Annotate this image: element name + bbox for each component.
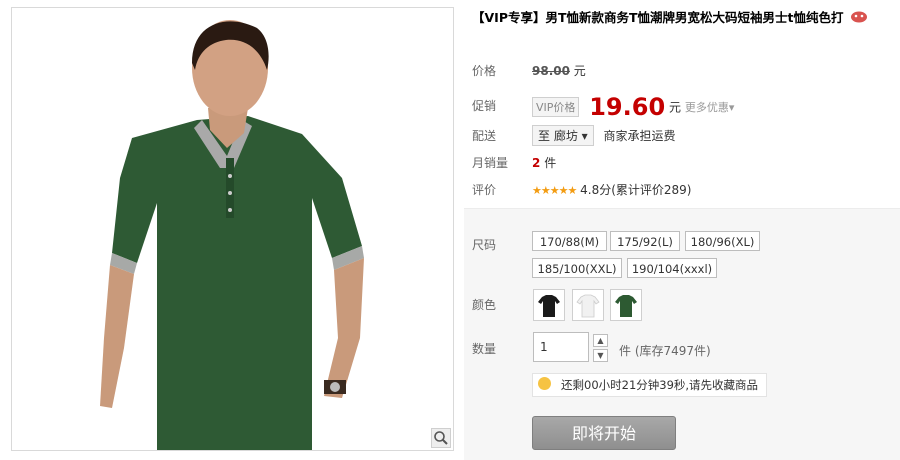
quantity-input[interactable]: 1 bbox=[533, 332, 589, 362]
star-rating-icon: ★★★★★ bbox=[532, 184, 577, 197]
size-option-m[interactable]: 170/88(M) bbox=[532, 231, 607, 251]
promo-label: 促销 bbox=[472, 99, 497, 113]
monthly-sales-label: 月销量 bbox=[472, 156, 509, 170]
monthly-sales: 2 件 bbox=[532, 154, 556, 171]
size-option-xl[interactable]: 180/96(XL) bbox=[685, 231, 760, 251]
color-label: 颜色 bbox=[472, 298, 497, 312]
stock-text: 件 (库存7497件) bbox=[619, 344, 711, 358]
countdown-text: 还剩00小时21分钟39秒,请先收藏商品 bbox=[561, 378, 759, 392]
magnifier-icon[interactable] bbox=[431, 428, 451, 448]
purchase-options-panel bbox=[464, 208, 900, 460]
price-label: 价格 bbox=[472, 64, 497, 78]
original-price-value: 98.00 bbox=[532, 64, 570, 78]
buy-button[interactable]: 即将开始 bbox=[532, 416, 676, 450]
rating-label: 评价 bbox=[472, 183, 497, 197]
product-title-text: 【VIP专享】男T恤新款商务T恤潮牌男宽松大码短袖男士t恤纯色打 bbox=[472, 10, 844, 25]
size-label: 尺码 bbox=[472, 238, 497, 252]
size-option-xxxl[interactable]: 190/104(xxxl) bbox=[627, 258, 717, 278]
rating-text: 4.8分(累计评价289) bbox=[580, 183, 692, 197]
white-polo-swatch-icon[interactable] bbox=[572, 289, 604, 321]
monthly-sales-unit: 件 bbox=[544, 156, 557, 170]
lightbulb-icon bbox=[538, 377, 551, 390]
monthly-sales-value: 2 bbox=[532, 156, 541, 170]
shipping-note: 商家承担运费 bbox=[603, 129, 676, 143]
ship-to-select[interactable]: 至 廊坊 ▾ bbox=[532, 125, 594, 146]
product-image[interactable] bbox=[11, 7, 454, 451]
countdown-tip: 还剩00小时21分钟39秒,请先收藏商品 bbox=[532, 373, 767, 397]
size-option-xxl[interactable]: 185/100(XXL) bbox=[532, 258, 622, 278]
vip-price-tag: VIP价格 bbox=[532, 97, 580, 117]
quantity-label: 数量 bbox=[472, 342, 497, 356]
green-polo-swatch-icon[interactable] bbox=[610, 289, 642, 321]
quantity-increase-button[interactable]: ▲ bbox=[593, 334, 608, 347]
vip-badge-icon bbox=[850, 10, 868, 28]
more-offers-link[interactable]: 更多优惠▾ bbox=[685, 101, 735, 114]
promo-price: 19.60 bbox=[589, 93, 666, 121]
original-price: 98.00 元 bbox=[532, 62, 586, 79]
product-title: 【VIP专享】男T恤新款商务T恤潮牌男宽松大码短袖男士t恤纯色打 bbox=[472, 9, 892, 45]
promo-currency: 元 bbox=[668, 100, 681, 115]
quantity-decrease-button[interactable]: ▼ bbox=[593, 349, 608, 362]
currency-label: 元 bbox=[573, 64, 586, 78]
shipping-label: 配送 bbox=[472, 129, 497, 143]
shipping-block: 至 廊坊 ▾ 商家承担运费 bbox=[532, 125, 676, 146]
black-polo-swatch-icon[interactable] bbox=[533, 289, 565, 321]
promo-price-block: VIP价格 19.60 元 更多优惠▾ bbox=[532, 93, 734, 121]
size-option-l[interactable]: 175/92(L) bbox=[610, 231, 680, 251]
model-in-green-polo-image bbox=[12, 8, 453, 450]
rating-block[interactable]: ★★★★★ 4.8分(累计评价289) bbox=[532, 181, 692, 198]
